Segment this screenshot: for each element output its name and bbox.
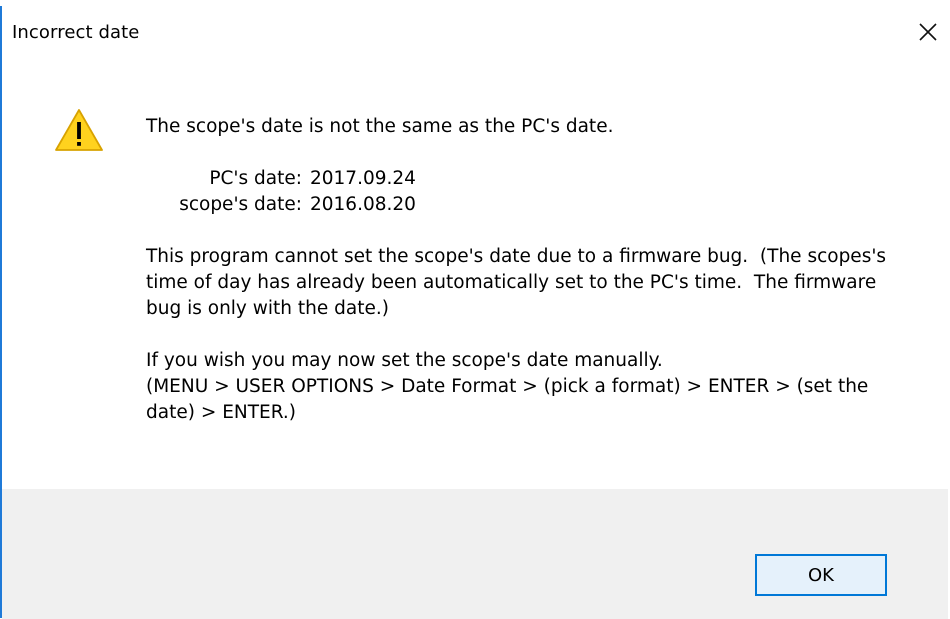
message-text: The scope's date is not the same as the …: [146, 114, 906, 426]
window-title: Incorrect date: [12, 22, 140, 43]
manual-set-instruction: If you wish you may now set the scope's …: [146, 350, 663, 371]
pc-date-row: PC's date: 2017.09.24: [164, 166, 906, 192]
incorrect-date-dialog: Incorrect date The scope's date is not t…: [0, 0, 950, 619]
close-button[interactable]: [910, 20, 946, 46]
title-bar[interactable]: Incorrect date: [2, 8, 948, 58]
ok-button[interactable]: OK: [755, 554, 887, 596]
scope-date-label: scope's date:: [179, 194, 302, 215]
window-top-strip: [0, 0, 950, 6]
scope-date-value: 2016.08.20: [310, 194, 416, 215]
message-heading: The scope's date is not the same as the …: [146, 116, 614, 137]
warning-icon: [54, 108, 104, 152]
scope-date-row: scope's date: 2016.08.20: [164, 192, 906, 218]
pc-date-value: 2017.09.24: [310, 168, 416, 189]
dialog-content: The scope's date is not the same as the …: [2, 58, 948, 489]
menu-path-instruction: (MENU > USER OPTIONS > Date Format > (pi…: [146, 376, 875, 423]
pc-date-label: PC's date:: [209, 168, 302, 189]
firmware-bug-paragraph: This program cannot set the scope's date…: [146, 246, 892, 319]
close-icon: [919, 21, 937, 45]
dialog-footer: OK: [2, 489, 948, 619]
date-comparison: PC's date: 2017.09.24 scope's date: 2016…: [164, 166, 906, 218]
